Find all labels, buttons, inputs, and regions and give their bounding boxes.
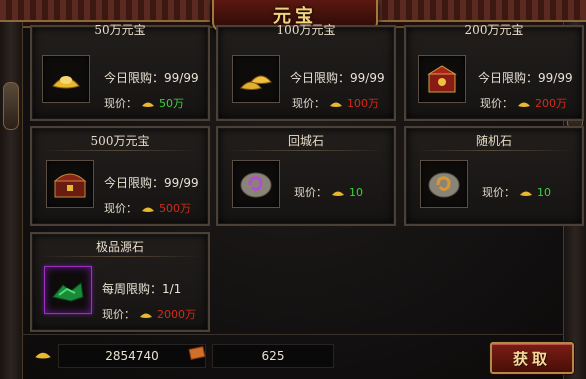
item-icon-slot[interactable] [418, 55, 466, 103]
shop-item-card[interactable]: 随机石 现价： 10 [404, 126, 584, 226]
gold-ingot-icon [142, 207, 154, 212]
item-name: 随机石 [475, 134, 512, 148]
purchase-limit: 今日限购：99/99 [478, 71, 573, 85]
price-value: 200万 [535, 97, 567, 110]
price-row: 现价： 100万 [292, 95, 379, 111]
gold-ingot-icon [35, 352, 51, 359]
price-label: 现价： [480, 97, 513, 110]
gold-ingot-icon [140, 313, 152, 318]
item-icon-slot[interactable] [232, 160, 280, 208]
shop-item-card[interactable]: 50万元宝 今日限购：99/99 现价： 50万 [30, 23, 210, 121]
gold-ingot-icon [332, 191, 344, 196]
price-row: 现价： 2000万 [102, 306, 196, 322]
gold-stack-icon [240, 75, 272, 90]
price-row: 现价： 10 [294, 184, 363, 200]
voucher-amount: 625 [261, 349, 285, 363]
item-name: 100万元宝 [276, 23, 336, 37]
roof-decoration-right [376, 0, 586, 22]
price-value: 100万 [347, 97, 379, 110]
title-divider [40, 150, 200, 151]
price-row: 现价： 200万 [480, 95, 567, 111]
shop-item-card[interactable]: 100万元宝 今日限购：99/99 现价： 100万 [216, 23, 396, 121]
bottom-divider [22, 334, 564, 335]
gold-amount-display: 2854740 [58, 344, 206, 368]
claim-button[interactable]: 获取 [490, 342, 574, 374]
voucher-icon [188, 346, 206, 360]
item-icon-slot[interactable] [420, 160, 468, 208]
shop-item-card[interactable]: 500万元宝 今日限购：99/99 现价： 500万 [30, 126, 210, 226]
shop-item-card[interactable]: 极品源石 每周限购：1/1 现价： 2000万 [30, 232, 210, 332]
price-value: 10 [537, 185, 551, 199]
game-window: 元宝 50万元宝 今日限购：99/99 现价： 50万 100万元宝 今日限购：… [0, 0, 586, 379]
item-icon-slot[interactable] [44, 266, 92, 314]
item-icon-slot[interactable] [42, 55, 90, 103]
price-value: 2000万 [157, 308, 196, 321]
price-value: 500万 [159, 202, 191, 215]
shop-item-card[interactable]: 200万元宝 今日限购：99/99 现价： 200万 [404, 23, 584, 121]
random-stone-icon [428, 172, 460, 198]
gold-ingot-icon [52, 76, 80, 89]
price-label: 现价： [294, 186, 327, 199]
left-pillar [0, 22, 23, 379]
price-value: 50万 [159, 97, 184, 110]
shop-item-card[interactable]: 回城石 现价： 10 [216, 126, 396, 226]
voucher-amount-display: 625 [212, 344, 334, 368]
item-name: 极品源石 [95, 240, 144, 254]
price-label: 现价： [102, 308, 135, 321]
roof-decoration-left [0, 0, 210, 22]
gold-ingot-icon [518, 102, 530, 107]
price-label: 现价： [292, 97, 325, 110]
treasure-chest-icon [53, 173, 87, 198]
title-divider [414, 150, 574, 151]
purchase-limit: 今日限购：99/99 [104, 71, 199, 85]
jade-source-stone-icon [52, 282, 84, 302]
title-divider [40, 256, 200, 257]
treasure-box-icon [427, 65, 457, 93]
price-value: 10 [349, 185, 363, 199]
item-name: 回城石 [287, 134, 324, 148]
item-name: 50万元宝 [94, 23, 146, 37]
price-label: 现价： [104, 202, 137, 215]
item-name: 500万元宝 [90, 134, 150, 148]
lantern-icon [3, 82, 19, 130]
price-row: 现价： 50万 [104, 95, 184, 111]
purchase-limit: 每周限购：1/1 [102, 282, 182, 296]
price-label: 现价： [104, 97, 137, 110]
purchase-limit: 今日限购：99/99 [290, 71, 385, 85]
price-row: 现价： 10 [482, 184, 551, 200]
price-row: 现价： 500万 [104, 200, 191, 216]
gold-ingot-icon [520, 191, 532, 196]
gold-amount: 2854740 [105, 349, 159, 363]
item-name: 200万元宝 [464, 23, 524, 37]
title-divider [226, 150, 386, 151]
price-label: 现价： [482, 186, 515, 199]
purchase-limit: 今日限购：99/99 [104, 176, 199, 190]
gold-ingot-icon [142, 102, 154, 107]
item-icon-slot[interactable] [46, 160, 94, 208]
gold-ingot-icon [330, 102, 342, 107]
item-icon-slot[interactable] [232, 55, 280, 103]
return-stone-icon [240, 172, 272, 198]
